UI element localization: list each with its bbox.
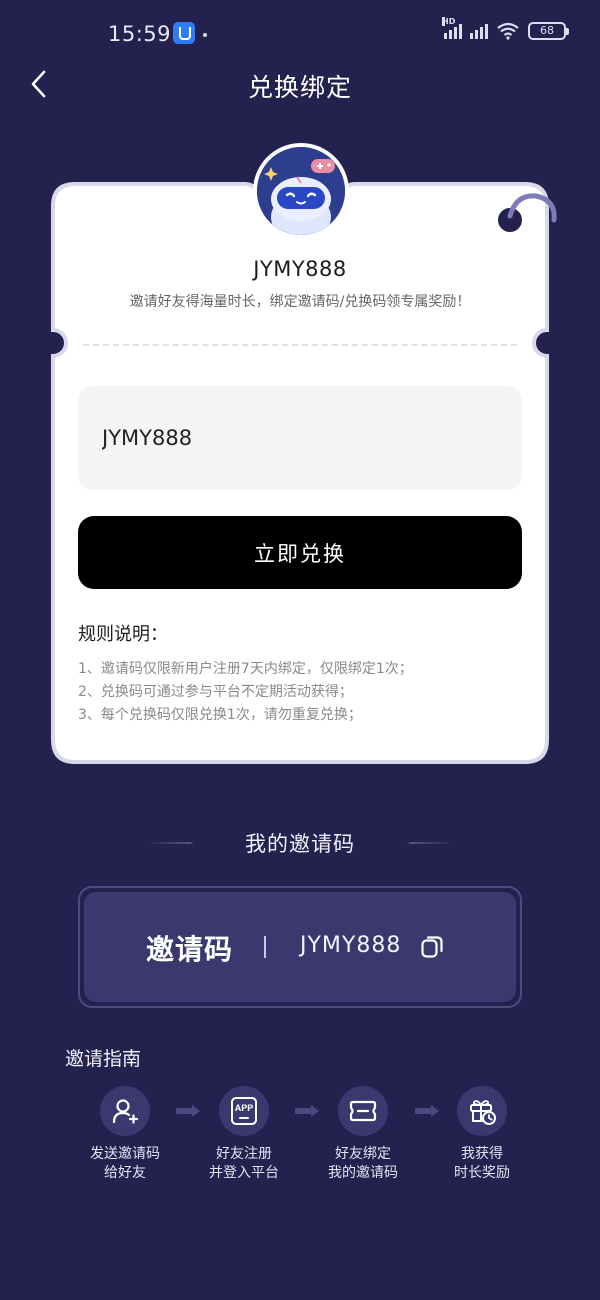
guide-step-friend-bind: 好友绑定 我的邀请码 [303,1086,423,1183]
rule-item: 3、每个兑换码仅限兑换1次，请勿重复兑换； [78,707,362,723]
screen: 15:59 HD 68 兑换绑定 JYMY888 邀请好友得海量时长，绑定邀请码… [0,0,600,1300]
guide-step-friend-register: APP 好友注册 并登入平台 [184,1086,304,1183]
page-title: 兑换绑定 [247,73,352,102]
app-icon-text: APP [235,1103,254,1113]
user-add-icon [100,1086,150,1136]
rules-list: 1、邀请码仅限新用户注册7天内绑定，仅限绑定1次； 2、兑换码可通过参与平台不定… [78,658,413,727]
status-bar: 15:59 HD 68 [0,0,600,68]
step-label: 我获得 时长奖励 [422,1145,542,1183]
ticket-icon [338,1086,388,1136]
section-title-my-invite: 我的邀请码 [245,832,355,856]
step-label-line: 发送邀请码 [90,1146,160,1162]
code-input[interactable] [78,386,522,490]
guide-title: 邀请指南 [65,1048,142,1070]
section-line-right [407,842,455,844]
robot-mascot-icon [257,147,345,235]
redeem-button[interactable]: 立即兑换 [78,516,522,589]
signal-hd-icon: HD [442,17,462,39]
rule-item: 1、邀请码仅限新用户注册7天内绑定，仅限绑定1次； [78,661,413,677]
guide-step-send-code: 发送邀请码 给好友 [65,1086,185,1183]
step-label-line: 时长奖励 [454,1165,510,1181]
invite-code-value[interactable]: JYMY888 [300,933,401,958]
invite-separator [264,936,266,958]
ring-decoration [498,193,557,232]
guide-step-reward: 我获得 时长奖励 [422,1086,542,1183]
rule-item: 2、兑换码可通过参与平台不定期活动获得； [78,684,353,700]
copy-icon[interactable] [420,935,444,959]
step-label-line: 给好友 [104,1165,146,1181]
avatar [253,143,349,239]
status-time: 15:59 [108,22,172,46]
signal-icon [470,23,488,39]
invite-code-label: 邀请码 [146,933,234,966]
rules-title: 规则说明： [78,624,168,645]
step-label: 发送邀请码 给好友 [65,1145,185,1183]
step-label: 好友绑定 我的邀请码 [303,1145,423,1183]
step-label: 好友注册 并登入平台 [184,1145,304,1183]
step-label-line: 我的邀请码 [328,1165,398,1181]
hd-badge: HD [442,17,456,26]
step-label-line: 我获得 [461,1146,503,1162]
app-icon: APP [219,1086,269,1136]
username: JYMY888 [253,257,347,281]
gift-clock-icon [457,1086,507,1136]
wifi-icon [497,22,519,40]
card-subtitle: 邀请好友得海量时长，绑定邀请码/兑换码领专属奖励！ [129,294,471,310]
step-label-line: 并登入平台 [209,1165,279,1181]
battery-icon: 68 [528,22,569,40]
notification-dot-icon [203,33,207,37]
step-label-line: 好友注册 [216,1146,272,1162]
step-label-line: 好友绑定 [335,1146,391,1162]
status-indicators: HD 68 [442,17,569,40]
dashed-divider [83,344,517,346]
notification-app-icon [173,22,195,44]
